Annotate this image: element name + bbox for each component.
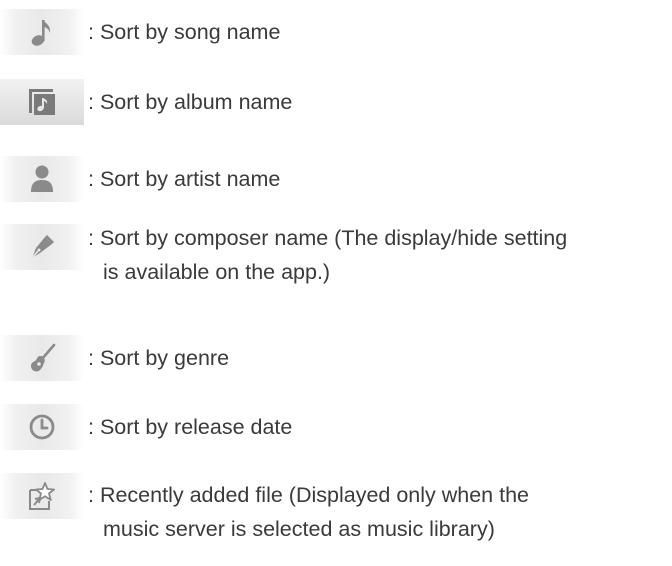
artist-icon-tile <box>0 156 84 202</box>
recent-text: : Recently added file (Displayed only wh… <box>88 478 669 546</box>
release-icon-tile <box>0 404 84 450</box>
sort-album-text: : Sort by album name <box>88 90 293 114</box>
album-icon <box>27 87 57 117</box>
sort-composer-text: : Sort by composer name (The display/hid… <box>88 221 669 289</box>
recent-line1: : Recently added file (Displayed only wh… <box>88 483 530 507</box>
genre-icon-tile <box>0 335 84 381</box>
sort-genre-text: : Sort by genre <box>88 346 230 370</box>
artist-person-icon <box>29 164 55 194</box>
sort-artist-text: : Sort by artist name <box>88 167 281 191</box>
music-note-icon <box>31 17 53 47</box>
composer-icon-tile <box>0 224 84 270</box>
album-icon-tile <box>0 79 84 125</box>
clock-icon <box>28 413 56 441</box>
song-icon-tile <box>0 9 84 55</box>
pen-nib-icon <box>28 233 56 261</box>
sort-composer-line1: : Sort by composer name (The display/hid… <box>88 226 568 250</box>
guitar-icon <box>28 343 56 373</box>
recent-line2: music server is selected as music librar… <box>103 517 495 541</box>
recent-icon-tile <box>0 473 84 519</box>
recently-added-star-icon <box>27 481 57 511</box>
sort-song-text: : Sort by song name <box>88 20 281 44</box>
sort-release-text: : Sort by release date <box>88 415 293 439</box>
sort-composer-line2: is available on the app.) <box>103 260 331 284</box>
